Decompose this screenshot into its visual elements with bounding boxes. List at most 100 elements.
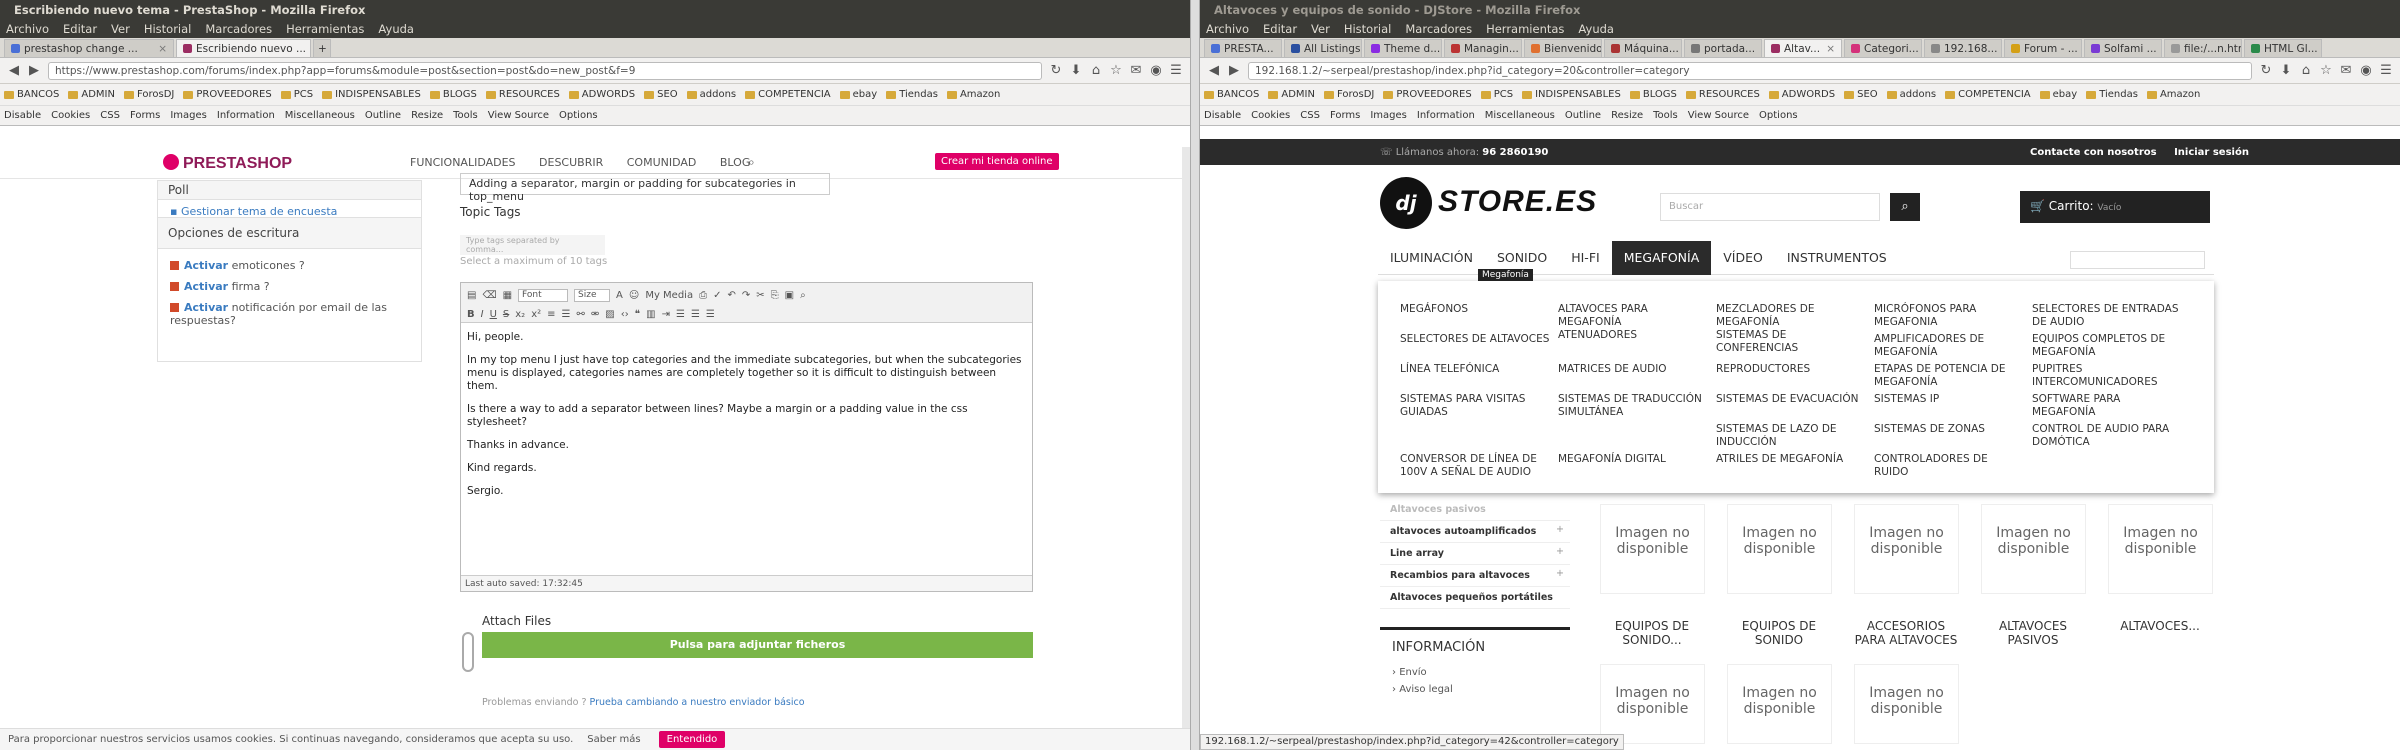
submenu-item[interactable]: SISTEMAS DE ZONAS <box>1874 423 2024 436</box>
menu-historial[interactable]: Historial <box>144 22 192 36</box>
back-icon[interactable]: ◀ <box>6 63 22 79</box>
bookmark-folder[interactable]: BLOGS <box>430 89 477 100</box>
tab[interactable]: Bienvenido ... <box>1524 39 1602 57</box>
close-icon[interactable]: × <box>154 43 167 55</box>
cookie-more-link[interactable]: Saber más <box>587 734 640 745</box>
tab-active[interactable]: Altav... × <box>1764 39 1842 57</box>
bookmark-folder[interactable]: COMPETENCIA <box>745 89 831 100</box>
bookmark-folder[interactable]: COMPETENCIA <box>1945 89 2031 100</box>
unlink-icon[interactable]: ⚮ <box>591 309 599 320</box>
reload-icon[interactable]: ↻ <box>2258 63 2274 79</box>
create-shop-button[interactable]: Crear mi tienda online <box>935 153 1059 170</box>
menu-search-input[interactable] <box>2070 251 2205 269</box>
submenu-item[interactable]: SISTEMAS DE CONFERENCIAS <box>1716 329 1866 355</box>
bookmark-folder[interactable]: RESOURCES <box>486 89 560 100</box>
dev-outline[interactable]: Outline <box>365 110 401 121</box>
bookmark-folder[interactable]: ForosDJ <box>1324 89 1374 100</box>
submenu-item[interactable]: SISTEMAS IP <box>1874 393 2024 406</box>
info-link-aviso[interactable]: › Aviso legal <box>1392 684 1558 695</box>
submenu-item[interactable]: ETAPAS DE POTENCIA DE MEGAFONÍA <box>1874 363 2024 389</box>
bookmark-folder[interactable]: PCS <box>1481 89 1513 100</box>
align-right-icon[interactable]: ☰ <box>706 309 715 320</box>
tab[interactable]: prestashop change ... × <box>4 39 174 57</box>
tab[interactable]: 192.168... <box>1924 39 2002 57</box>
bookmark-folder[interactable]: INDISPENSABLES <box>1522 89 1621 100</box>
cut-icon[interactable]: ✂ <box>756 290 764 301</box>
bookmark-folder[interactable]: BANCOS <box>4 89 59 100</box>
checkbox-icon[interactable] <box>170 282 179 291</box>
tab[interactable]: Categori... <box>1844 39 1922 57</box>
bookmark-folder[interactable]: ADMIN <box>68 89 115 100</box>
paste-text-icon[interactable]: ▣ <box>785 290 794 301</box>
underline-icon[interactable]: U <box>490 309 497 320</box>
option-notification[interactable]: Activar notificación por email de las re… <box>158 297 421 331</box>
contact-link[interactable]: Contacte con nosotros <box>2030 147 2157 158</box>
submenu-item[interactable]: CONTROL DE AUDIO PARA DOMÓTICA <box>2032 423 2182 449</box>
dev-options[interactable]: Options <box>559 110 598 121</box>
new-tab-button[interactable]: + <box>313 39 331 57</box>
product-image[interactable]: Imagen no disponible <box>1600 504 1705 594</box>
link-icon[interactable]: ⚯ <box>577 309 585 320</box>
product-image[interactable]: Imagen no disponible <box>2108 504 2213 594</box>
tab[interactable]: All Listings <box>1284 39 1362 57</box>
subscript-icon[interactable]: x₂ <box>515 309 525 320</box>
back-icon[interactable]: ◀ <box>1206 63 1222 79</box>
dev-resize[interactable]: Resize <box>1611 110 1643 121</box>
hamburger-menu-icon[interactable]: ☰ <box>1168 63 1184 79</box>
menu-archivo[interactable]: Archivo <box>6 22 49 36</box>
dev-css[interactable]: CSS <box>100 110 120 121</box>
url-bar[interactable]: 192.168.1.2/~serpeal/prestashop/index.ph… <box>1248 61 2252 80</box>
menu-ver[interactable]: Ver <box>111 22 130 36</box>
bookmark-folder[interactable]: RESOURCES <box>1686 89 1760 100</box>
dev-resize[interactable]: Resize <box>411 110 443 121</box>
tab[interactable]: HTML Gl... <box>2244 39 2322 57</box>
submenu-item[interactable]: LÍNEA TELEFÓNICA <box>1400 363 1550 376</box>
pocket-icon[interactable]: ✉ <box>1128 63 1144 79</box>
tags-input[interactable]: Type tags separated by comma... <box>460 235 605 255</box>
menu-editar[interactable]: Editar <box>1263 22 1297 36</box>
close-icon[interactable]: × <box>1822 43 1835 55</box>
bookmark-star-icon[interactable]: ☆ <box>2318 63 2334 79</box>
dev-view-source[interactable]: View Source <box>1688 110 1749 121</box>
code-icon[interactable]: ‹› <box>621 309 629 320</box>
product-image[interactable]: Imagen no disponible <box>1727 664 1832 744</box>
dev-tools[interactable]: Tools <box>453 110 478 121</box>
spellcheck-icon[interactable]: ✓ <box>713 290 721 301</box>
category-item[interactable]: Altavoces pasivos <box>1380 499 1570 521</box>
align-left-icon[interactable]: ☰ <box>676 309 685 320</box>
product-image[interactable]: Imagen no disponible <box>1600 664 1705 744</box>
paste-icon[interactable]: ▦ <box>503 290 512 301</box>
submenu-item[interactable]: ATENUADORES <box>1558 329 1708 342</box>
tab[interactable]: Theme d... <box>1364 39 1442 57</box>
menu-ayuda[interactable]: Ayuda <box>1578 22 1614 36</box>
category-item[interactable]: Recambios para altavoces + <box>1380 565 1570 587</box>
bookmark-folder[interactable]: addons <box>1887 89 1937 100</box>
home-icon[interactable]: ⌂ <box>1088 63 1104 79</box>
dev-disable[interactable]: Disable <box>4 110 41 121</box>
checkbox-icon[interactable] <box>170 303 179 312</box>
dev-images[interactable]: Images <box>1370 110 1407 121</box>
product-image[interactable]: Imagen no disponible <box>1854 664 1959 744</box>
prestashop-logo[interactable]: PRESTASHOP <box>163 154 292 173</box>
search-icon[interactable]: ⌕ <box>1890 193 1920 221</box>
bookmark-folder[interactable]: ForosDJ <box>124 89 174 100</box>
emoticon-icon[interactable]: ☺ <box>629 290 639 301</box>
bookmark-folder[interactable]: PCS <box>281 89 313 100</box>
url-bar[interactable]: https://www.prestashop.com/forums/index.… <box>48 61 1042 80</box>
expand-icon[interactable]: + <box>1556 546 1564 557</box>
category-item[interactable]: altavoces autoamplificados + <box>1380 521 1570 543</box>
expand-icon[interactable]: + <box>1556 568 1564 579</box>
font-select[interactable]: Font <box>518 288 569 302</box>
submenu-item[interactable]: MEZCLADORES DE MEGAFONÍA <box>1716 303 1866 329</box>
dev-forms[interactable]: Forms <box>1330 110 1360 121</box>
search-icon[interactable]: ⌕ <box>748 155 755 170</box>
menu-editar[interactable]: Editar <box>63 22 97 36</box>
image-icon[interactable]: ▨ <box>605 309 614 320</box>
expand-icon[interactable]: + <box>1556 524 1564 535</box>
dev-images[interactable]: Images <box>170 110 207 121</box>
submenu-item[interactable]: EQUIPOS COMPLETOS DE MEGAFONÍA <box>2032 333 2182 359</box>
bookmark-folder[interactable]: PROVEEDORES <box>1383 89 1471 100</box>
redo-icon[interactable]: ↷ <box>742 290 750 301</box>
bookmark-folder[interactable]: Amazon <box>947 89 1000 100</box>
indent-icon[interactable]: ⇥ <box>662 309 670 320</box>
